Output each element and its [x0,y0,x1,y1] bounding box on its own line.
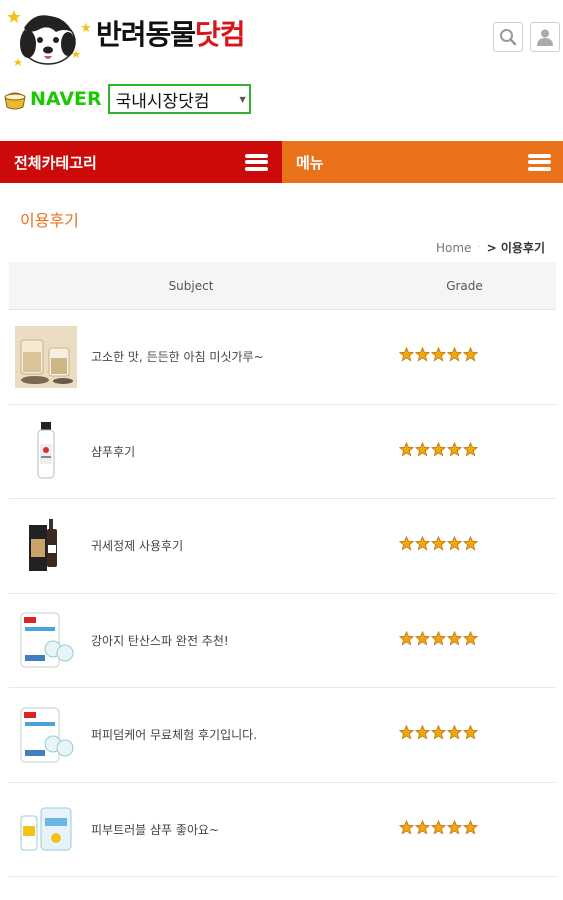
star-icon [414,819,431,839]
review-thumbnail[interactable] [13,702,79,768]
market-switcher: NAVER 국내시장닷컴 ▼ [2,84,251,114]
star-icon [414,347,431,366]
page-title: 이용후기 [20,211,79,230]
review-thumbnail[interactable] [13,418,79,484]
review-subject[interactable]: 샴푸후기 [79,443,399,460]
review-row[interactable]: 샴푸후기 [9,405,556,499]
user-button[interactable] [530,22,560,52]
rating-stars [398,725,479,744]
star-icon [414,441,431,461]
star-icon [446,819,463,839]
review-thumbnail[interactable] [13,513,79,579]
table-header: Subject Grade [9,262,556,310]
star-icon [462,819,479,839]
review-row[interactable]: 고소한 맛, 든든한 아침 미싯가루~ [9,310,556,405]
logo-text-accent: 닷컴 [195,18,246,51]
review-row[interactable]: 귀세정제 사용후기 [9,499,556,594]
category-menu-button[interactable]: 전체카테고리 [0,141,282,183]
naver-cup-icon [4,92,26,110]
rating-stars [398,441,479,461]
star-icon [398,441,415,461]
star-icon [430,347,447,366]
main-menu-button[interactable]: 메뉴 [282,141,563,183]
review-subject[interactable]: 고소한 맛, 든든한 아침 미싯가루~ [79,348,399,365]
star-icon [462,441,479,461]
review-thumbnail[interactable] [13,324,79,390]
star-icon [462,536,479,555]
star-icon [446,725,463,744]
star-icon [462,630,479,650]
category-menu-label: 전체카테고리 [14,153,97,172]
star-icon [414,630,431,650]
review-subject[interactable]: 퍼피덤케어 무료체험 후기입니다. [79,726,399,743]
rating-stars [398,347,479,366]
star-icon [430,725,447,744]
site-logo[interactable]: 반려동물닷컴 [4,6,246,70]
main-navbar: 전체카테고리 메뉴 [0,141,563,183]
star-icon [446,441,463,461]
star-icon [414,725,431,744]
hamburger-icon [528,153,551,171]
column-header-subject: Subject [168,278,214,293]
star-icon [430,441,447,461]
review-subject[interactable]: 강아지 탄산스파 완전 추천! [79,632,399,649]
site-header: 반려동물닷컴 NAVER 국내시장닷컴 ▼ [0,0,563,140]
star-icon [398,725,415,744]
review-subject[interactable]: 피부트러블 샴푸 좋아요~ [79,821,399,838]
main-menu-label: 메뉴 [296,153,324,172]
breadcrumb-separator: · [477,242,481,253]
star-icon [398,536,415,555]
breadcrumb-home[interactable]: Home [436,241,471,255]
star-icon [398,819,415,839]
search-icon [500,29,517,46]
star-icon [430,819,447,839]
star-icon [430,630,447,650]
review-subject[interactable]: 귀세정제 사용후기 [79,537,399,554]
review-row[interactable]: 피부트러블 샴푸 좋아요~ [9,783,556,877]
star-icon [398,347,415,366]
review-thumbnail[interactable] [13,607,79,673]
logo-wordmark: 반려동물닷컴 [96,13,246,53]
market-select[interactable]: 국내시장닷컴 ▼ [107,84,251,114]
star-icon [414,536,431,555]
breadcrumb-current: > 이용후기 [486,241,545,255]
rating-stars [398,819,479,839]
star-icon [462,347,479,366]
column-header-grade: Grade [446,278,483,293]
review-row[interactable]: 강아지 탄산스파 완전 추천! [9,594,556,688]
hamburger-icon [245,153,268,171]
rating-stars [398,536,479,555]
dog-logo-icon [7,10,91,66]
review-list: 고소한 맛, 든든한 아침 미싯가루~ 샴푸후기귀세정제 사용후기강아지 탄산스파… [9,310,556,877]
search-button[interactable] [493,22,523,52]
star-icon [462,725,479,744]
market-select-value: 국내시장닷컴 [115,91,210,112]
star-icon [446,536,463,555]
star-icon [398,630,415,650]
review-row[interactable]: 퍼피덤케어 무료체험 후기입니다. [9,688,556,783]
chevron-down-icon: ▼ [239,95,246,104]
star-icon [446,630,463,650]
logo-text-main: 반려동물 [96,18,196,51]
user-icon [537,29,553,46]
star-icon [446,347,463,366]
rating-stars [398,630,479,650]
breadcrumb: Home · > 이용후기 [436,239,545,256]
review-thumbnail[interactable] [13,796,79,862]
review-table: Subject Grade 고소한 맛, 든든한 아침 미싯가루~ 샴푸후기귀세정… [9,262,556,877]
naver-label: NAVER [30,88,102,110]
star-icon [430,536,447,555]
